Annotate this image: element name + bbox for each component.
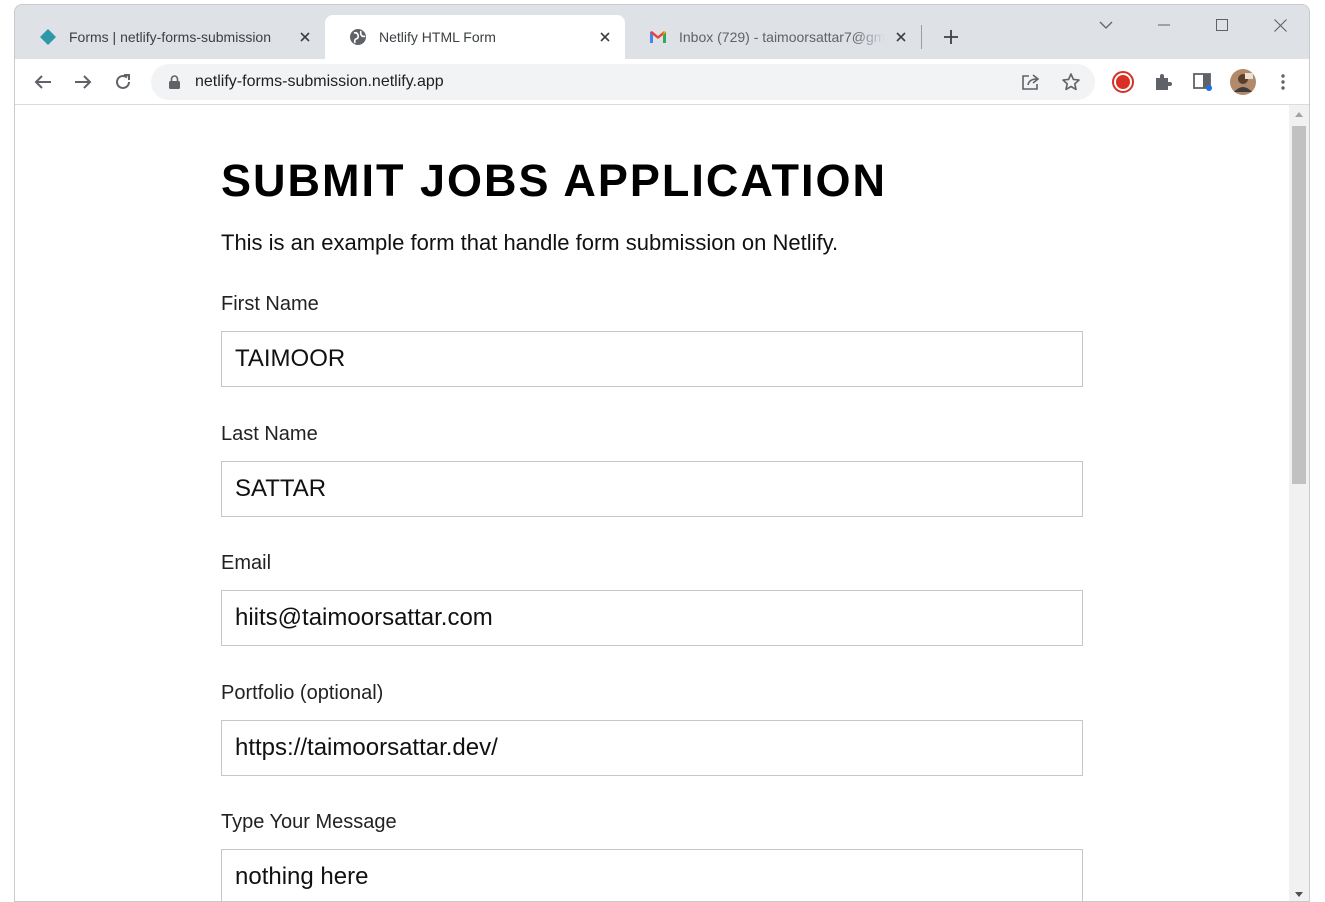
window-controls xyxy=(1077,5,1309,45)
extensions-button[interactable] xyxy=(1147,66,1179,98)
scrollbar-thumb[interactable] xyxy=(1292,126,1306,484)
triangle-down-icon xyxy=(1295,891,1303,897)
minimize-icon xyxy=(1158,24,1170,26)
email-input[interactable]: hiits@taimoorsattar.com xyxy=(221,590,1083,646)
tab-forms-netlify[interactable]: Forms | netlify-forms-submission xyxy=(15,15,325,59)
close-tab-icon[interactable] xyxy=(295,27,315,47)
tab-separator xyxy=(921,25,922,49)
message-label: Type Your Message xyxy=(221,811,397,833)
arrow-left-icon xyxy=(34,75,51,89)
tab-title: Netlify HTML Form xyxy=(379,29,496,45)
portfolio-input[interactable]: https://taimoorsattar.dev/ xyxy=(221,720,1083,776)
maximize-button[interactable] xyxy=(1193,5,1251,45)
bookmark-button[interactable] xyxy=(1055,66,1087,98)
url-text[interactable]: netlify-forms-submission.netlify.app xyxy=(195,73,1015,91)
close-tab-icon[interactable] xyxy=(891,27,911,47)
minimize-button[interactable] xyxy=(1135,5,1193,45)
first-name-label: First Name xyxy=(221,293,319,315)
netlify-diamond-icon xyxy=(39,28,57,46)
close-window-button[interactable] xyxy=(1251,5,1309,45)
tab-gmail-inbox[interactable]: Inbox (729) - taimoorsattar7@gmail.com xyxy=(625,15,921,59)
close-icon xyxy=(1273,18,1287,32)
share-button[interactable] xyxy=(1015,66,1047,98)
record-extension-button[interactable] xyxy=(1107,66,1139,98)
more-vert-icon xyxy=(1281,74,1285,90)
intro-text: This is an example form that handle form… xyxy=(221,230,839,255)
tab-search-button[interactable] xyxy=(1077,5,1135,45)
puzzle-icon xyxy=(1156,74,1172,90)
last-name-input[interactable]: SATTAR xyxy=(221,461,1083,517)
globe-icon xyxy=(349,28,367,46)
plus-icon xyxy=(944,30,958,44)
message-textarea[interactable]: nothing here xyxy=(221,849,1083,901)
chevron-down-icon xyxy=(1099,21,1113,29)
scroll-up-arrow[interactable] xyxy=(1289,105,1309,123)
menu-button[interactable] xyxy=(1267,66,1299,98)
tab-title: Forms | netlify-forms-submission xyxy=(69,29,272,45)
tab-title: Inbox (729) - taimoorsattar7@gmail.com xyxy=(679,29,885,45)
arrow-right-icon xyxy=(75,75,92,89)
side-panel-icon xyxy=(1193,73,1212,91)
back-button[interactable] xyxy=(27,66,59,98)
triangle-up-icon xyxy=(1295,111,1303,117)
gmail-icon xyxy=(649,28,667,46)
forward-button[interactable] xyxy=(67,66,99,98)
reload-button[interactable] xyxy=(107,66,139,98)
tab-strip: Forms | netlify-forms-submission Netlify… xyxy=(15,5,1309,59)
maximize-icon xyxy=(1216,19,1228,31)
first-name-input[interactable]: TAIMOOR xyxy=(221,331,1083,387)
address-bar[interactable]: netlify-forms-submission.netlify.app xyxy=(151,64,1095,100)
lock-icon[interactable] xyxy=(167,75,181,89)
reload-icon xyxy=(116,74,130,89)
record-icon xyxy=(1112,71,1134,93)
scroll-down-arrow[interactable] xyxy=(1289,885,1309,901)
side-panel-button[interactable] xyxy=(1187,66,1219,98)
portfolio-label: Portfolio (optional) xyxy=(221,682,384,704)
close-tab-icon[interactable] xyxy=(595,27,615,47)
new-tab-button[interactable] xyxy=(939,25,963,49)
page-title: SUBMIT JOBS APPLICATION xyxy=(221,155,888,206)
email-label: Email xyxy=(221,552,272,574)
browser-window: Forms | netlify-forms-submission Netlify… xyxy=(14,4,1310,902)
vertical-scrollbar[interactable] xyxy=(1289,105,1309,901)
tab-netlify-html-form[interactable]: Netlify HTML Form xyxy=(325,15,625,59)
profile-avatar[interactable] xyxy=(1227,66,1259,98)
avatar-icon xyxy=(1230,69,1256,95)
star-icon xyxy=(1062,73,1080,91)
share-icon xyxy=(1022,74,1040,90)
last-name-label: Last Name xyxy=(221,423,318,445)
page-content: SUBMIT JOBS APPLICATION This is an examp… xyxy=(15,105,1289,901)
browser-toolbar: netlify-forms-submission.netlify.app xyxy=(15,59,1309,105)
